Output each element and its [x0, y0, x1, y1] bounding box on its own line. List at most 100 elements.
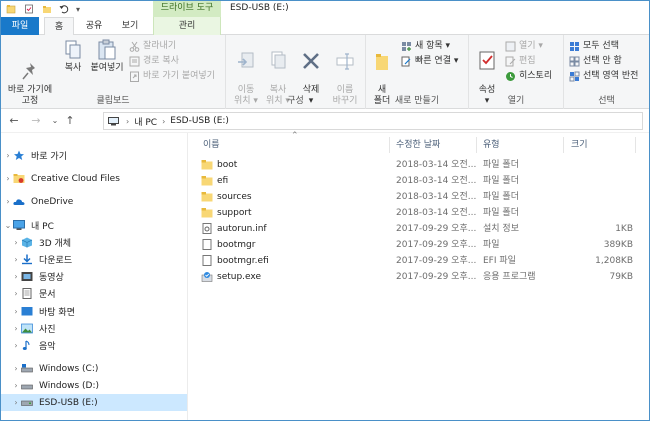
tab-file[interactable]: 파일 — [1, 17, 39, 35]
nav-item-label: 사진 — [39, 325, 56, 335]
breadcrumb-this-pc[interactable]: 내 PC — [134, 115, 157, 128]
file-row[interactable]: sources 2018-03-14 오전... 파일 폴더 — [199, 189, 639, 205]
file-size: 79KB — [609, 272, 633, 282]
copy-to-icon — [268, 50, 288, 72]
tab-home[interactable]: 홈 — [44, 17, 74, 36]
copy-path-button[interactable]: 경로 복사 — [129, 55, 179, 68]
paste-shortcut-button[interactable]: 바로 가기 붙여넣기 — [129, 70, 215, 83]
file-row[interactable]: autorun.inf 2017-09-29 오후... 설치 정보 1KB — [199, 221, 639, 237]
cut-button[interactable]: 잘라내기 — [129, 40, 176, 53]
expand-chevron-icon[interactable]: › — [11, 289, 21, 298]
folder-icon — [201, 175, 213, 186]
expand-chevron-icon[interactable]: › — [3, 197, 13, 206]
expand-chevron-icon[interactable]: › — [11, 341, 21, 350]
nav-item-onedrive[interactable]: › OneDrive — [3, 193, 189, 210]
nav-item-label: 문서 — [39, 290, 56, 300]
select-none-button[interactable]: 선택 안 함 — [569, 55, 622, 68]
tab-share[interactable]: 공유 — [79, 17, 109, 35]
undo-icon[interactable] — [58, 3, 70, 15]
expand-chevron-icon[interactable]: › — [11, 272, 21, 281]
file-row[interactable]: support 2018-03-14 오전... 파일 폴더 — [199, 205, 639, 221]
nav-item-label: ESD-USB (E:) — [39, 397, 98, 408]
breadcrumb-current-drive[interactable]: ESD-USB (E:) — [170, 116, 229, 126]
properties-qa-icon[interactable] — [23, 3, 35, 15]
file-type: 파일 폴더 — [483, 176, 519, 186]
nav-item-this-pc[interactable]: ⌄ 내 PC — [3, 217, 189, 234]
edit-label: 편집 — [519, 56, 536, 66]
file-name: support — [217, 208, 252, 218]
file-type: 파일 폴더 — [483, 160, 519, 170]
nav-item-drive-e[interactable]: › ESD-USB (E:) — [1, 394, 187, 411]
nav-item-music[interactable]: › 음악 — [11, 337, 187, 354]
column-header-size[interactable]: 크기 — [571, 135, 631, 155]
title-bar: ▾ 드라이브 도구 ESD-USB (E:) — [1, 1, 649, 17]
nav-item-creative-cloud[interactable]: › Creative Cloud Files — [3, 170, 189, 187]
expand-chevron-icon[interactable]: › — [11, 255, 21, 264]
invert-selection-button[interactable]: 선택 영역 반전 — [569, 70, 638, 83]
folder-icon — [201, 191, 213, 202]
nav-item-downloads[interactable]: › 다운로드 — [11, 251, 187, 268]
select-all-button[interactable]: 모두 선택 — [569, 40, 619, 53]
nav-item-pictures[interactable]: › 사진 — [11, 320, 187, 337]
nav-item-3d-objects[interactable]: › 3D 개체 — [11, 234, 187, 251]
file-type: 파일 — [483, 240, 500, 250]
collapse-chevron-icon[interactable]: ⌄ — [3, 221, 13, 230]
column-header-date[interactable]: 수정한 날짜 — [396, 135, 476, 155]
tab-view[interactable]: 보기 — [115, 17, 145, 35]
copy-label: 복사 — [64, 63, 82, 73]
copy-button[interactable]: 복사 — [59, 39, 87, 74]
file-row[interactable]: bootmgr 2017-09-29 오후... 파일 389KB — [199, 237, 639, 253]
up-arrow-icon[interactable]: ↑ — [63, 114, 77, 128]
paste-button[interactable]: 붙여넣기 — [89, 39, 125, 74]
column-divider[interactable] — [635, 137, 636, 153]
expand-chevron-icon[interactable]: › — [3, 151, 13, 160]
paste-icon — [97, 39, 117, 61]
nav-item-label: Windows (D:) — [39, 380, 100, 391]
file-date: 2017-09-29 오후... — [396, 224, 476, 234]
nav-item-drive-d[interactable]: › Windows (D:) — [11, 377, 187, 394]
file-row[interactable]: boot 2018-03-14 오전... 파일 폴더 — [199, 157, 639, 173]
column-divider[interactable] — [476, 137, 477, 153]
column-divider[interactable] — [389, 137, 390, 153]
nav-item-videos[interactable]: › 동영상 — [11, 268, 187, 285]
expand-chevron-icon[interactable]: › — [11, 324, 21, 333]
file-row[interactable]: setup.exe 2017-09-29 오후... 응용 프로그램 79KB — [199, 269, 639, 285]
downloads-icon — [21, 254, 33, 265]
edit-icon — [505, 56, 516, 67]
file-date: 2018-03-14 오전... — [396, 176, 476, 186]
history-button[interactable]: 히스토리 — [505, 70, 552, 83]
column-header-name[interactable]: 이름 — [203, 135, 383, 155]
expand-chevron-icon[interactable]: › — [11, 238, 21, 247]
tab-manage[interactable]: 관리 — [153, 17, 221, 35]
file-date: 2017-09-29 오후... — [396, 272, 476, 282]
address-bar[interactable]: › 내 PC › ESD-USB (E:) — [103, 112, 643, 130]
nav-item-drive-c[interactable]: › Windows (C:) — [11, 360, 187, 377]
open-button[interactable]: 열기 ▾ — [505, 40, 543, 53]
forward-arrow-icon[interactable]: → — [29, 114, 43, 128]
back-arrow-icon[interactable]: ← — [7, 114, 21, 128]
drive-icon — [21, 380, 33, 391]
easy-access-button[interactable]: 빠른 연결 ▾ — [401, 55, 458, 68]
quick-access-icon[interactable] — [5, 3, 17, 15]
history-icon — [505, 71, 516, 82]
nav-item-documents[interactable]: › 문서 — [11, 285, 187, 302]
column-divider[interactable] — [563, 137, 564, 153]
nav-item-quick-access[interactable]: › 바로 가기 — [3, 147, 189, 164]
expand-chevron-icon[interactable]: › — [11, 381, 21, 390]
file-row[interactable]: efi 2018-03-14 오전... 파일 폴더 — [199, 173, 639, 189]
window-title: ESD-USB (E:) — [230, 3, 289, 13]
new-item-button[interactable]: 새 항목 ▾ — [401, 40, 450, 53]
expand-chevron-icon[interactable]: › — [3, 174, 13, 183]
file-row[interactable]: bootmgr.efi 2017-09-29 오후... EFI 파일 1,208KB — [199, 253, 639, 269]
customize-qa-dropdown-icon[interactable]: ▾ — [72, 3, 84, 15]
expand-chevron-icon[interactable]: › — [11, 307, 21, 316]
new-folder-qa-icon[interactable] — [41, 3, 53, 15]
expand-chevron-icon[interactable]: › — [11, 398, 21, 407]
expand-chevron-icon[interactable]: › — [11, 364, 21, 373]
edit-button[interactable]: 편집 — [505, 55, 536, 68]
select-none-label: 선택 안 함 — [583, 56, 622, 66]
column-header-type[interactable]: 유형 — [483, 135, 563, 155]
recent-locations-chevron-icon[interactable]: ⌄ — [48, 114, 62, 128]
nav-item-label: 내 PC — [31, 222, 54, 232]
nav-item-desktop[interactable]: › 바탕 화면 — [11, 303, 187, 320]
